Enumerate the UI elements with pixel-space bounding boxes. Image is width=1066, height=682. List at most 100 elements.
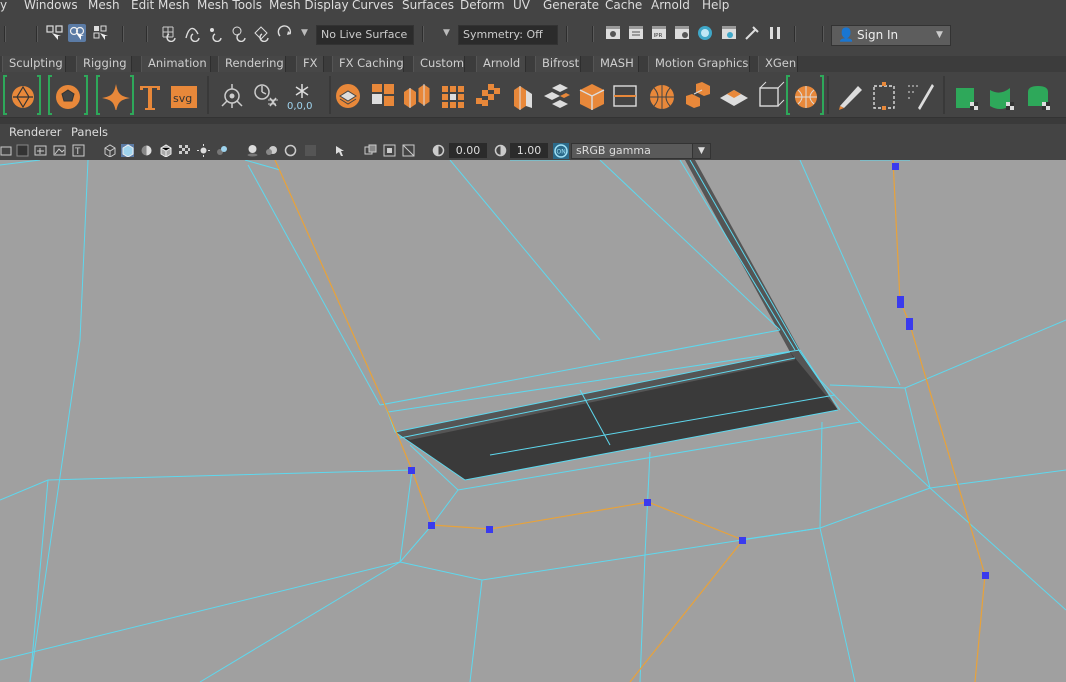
ipr-render-icon[interactable]: IPR (650, 24, 668, 42)
wireframe-on-shaded-icon[interactable] (159, 144, 172, 157)
tab-motion-graphics[interactable]: Motion Graphics (648, 56, 750, 72)
snap-live-icon[interactable] (253, 24, 271, 42)
tab-mash[interactable]: MASH (593, 56, 639, 72)
menu-item-arnold[interactable]: Arnold (651, 0, 690, 12)
cubes-icon[interactable] (472, 78, 504, 110)
globe-grid-icon[interactable] (790, 78, 822, 110)
exposure-field[interactable]: 0.00 (449, 143, 487, 158)
tab-fx[interactable]: FX (296, 56, 324, 72)
blocks-icon[interactable] (368, 78, 400, 110)
menu-item-display[interactable]: y (0, 0, 7, 12)
tool-settings-icon[interactable] (743, 24, 761, 42)
menu-item-help[interactable]: Help (702, 0, 729, 12)
duplicate-icon[interactable] (682, 78, 714, 110)
tab-fx-caching[interactable]: FX Caching (332, 56, 404, 72)
mesh-shape-3-icon[interactable] (1022, 78, 1054, 110)
film-gate-icon[interactable] (16, 144, 29, 157)
gamma-icon[interactable] (494, 144, 507, 157)
sphere-icon[interactable] (7, 78, 39, 110)
menu-item-uv[interactable]: UV (513, 0, 530, 12)
mesh-shape-2-icon[interactable] (986, 78, 1018, 110)
menu-item-mesh[interactable]: Mesh (88, 0, 120, 12)
scatter-icon[interactable] (540, 78, 572, 110)
menu-item-mesh-tools[interactable]: Mesh Tools (197, 0, 262, 12)
render-sequence-icon[interactable] (627, 24, 645, 42)
mesh-shape-icon[interactable] (950, 78, 982, 110)
vertex-handle[interactable] (897, 296, 904, 308)
menu-item-edit-mesh[interactable]: Edit Mesh (131, 0, 190, 12)
viewport[interactable] (0, 160, 1066, 682)
snap-point-icon[interactable] (206, 24, 224, 42)
panel-menu-renderer[interactable]: Renderer (9, 125, 62, 139)
dropdown-arrow-icon[interactable]: ▼ (301, 28, 308, 38)
svg-icon[interactable]: svg (170, 78, 202, 110)
ambient-occlusion-icon[interactable] (246, 144, 259, 157)
snap-view-plane-icon[interactable] (230, 24, 248, 42)
vertex-handle[interactable] (892, 163, 899, 170)
tab-rigging[interactable]: Rigging (76, 56, 132, 72)
hypershade-icon[interactable] (696, 24, 714, 42)
render-view-icon[interactable] (720, 24, 738, 42)
pause-icon[interactable] (766, 24, 784, 42)
mesh-wireframe[interactable] (0, 160, 1066, 682)
tab-rendering[interactable]: Rendering (218, 56, 286, 72)
sparkle-star-icon[interactable] (100, 78, 132, 110)
tab-animation[interactable]: Animation (141, 56, 211, 72)
anti-alias-icon[interactable] (284, 144, 297, 157)
snap-curve-icon[interactable] (184, 24, 202, 42)
menu-item-generate[interactable]: Generate (543, 0, 599, 12)
select-component-icon[interactable] (92, 24, 110, 42)
vertex-handle[interactable] (486, 526, 493, 533)
default-material-icon[interactable] (140, 144, 153, 157)
frame-icon[interactable] (610, 78, 642, 110)
sign-in-button[interactable]: 👤 Sign In ▼ (831, 25, 951, 46)
snap-grid-icon[interactable] (160, 24, 178, 42)
snap-magnet-icon[interactable] (276, 24, 294, 42)
tab-custom[interactable]: Custom (413, 56, 465, 72)
live-surface-field[interactable]: No Live Surface (316, 25, 414, 45)
shadows-icon[interactable] (216, 144, 229, 157)
vertex-handle[interactable] (982, 572, 989, 579)
dropdown-arrow-icon[interactable]: ▼ (443, 28, 450, 38)
hud-text-icon[interactable]: T (72, 144, 85, 157)
depth-of-field-icon[interactable] (304, 144, 317, 157)
vertex-handle[interactable] (906, 318, 913, 330)
color-space-dropdown[interactable]: sRGB gamma ▼ (571, 143, 711, 159)
ball-icon[interactable] (646, 78, 678, 110)
vertex-handle[interactable] (408, 467, 415, 474)
color-management-icon[interactable]: ON (553, 143, 569, 159)
light-icon[interactable] (216, 78, 248, 110)
render-frame-icon[interactable] (604, 24, 622, 42)
paint-icon[interactable] (904, 78, 936, 110)
select-object-icon[interactable] (68, 24, 86, 42)
boxes-icon[interactable] (402, 78, 434, 110)
motion-blur-icon[interactable] (265, 144, 278, 157)
smooth-shade-icon[interactable] (121, 144, 134, 157)
plane-icon[interactable] (718, 78, 750, 110)
grid-toggle-icon[interactable] (34, 144, 47, 157)
xray-icon[interactable] (364, 144, 377, 157)
gamma-field[interactable]: 1.00 (510, 143, 548, 158)
render-settings-icon[interactable] (673, 24, 691, 42)
wireframe-icon[interactable] (103, 144, 116, 157)
text-t-icon[interactable] (136, 78, 168, 110)
menu-item-surfaces[interactable]: Surfaces (402, 0, 454, 12)
layer-stack-icon[interactable] (332, 78, 364, 110)
grid-icon[interactable] (438, 78, 470, 110)
camera-icon[interactable] (0, 144, 13, 157)
tab-xgen[interactable]: XGen (758, 56, 798, 72)
menu-item-curves[interactable]: Curves (352, 0, 394, 12)
tab-sculpting[interactable]: Sculpting (2, 56, 66, 72)
locator-icon[interactable] (250, 78, 282, 110)
xray-components-icon[interactable] (402, 144, 415, 157)
lighting-icon[interactable] (197, 144, 210, 157)
soccer-ball-icon[interactable] (52, 78, 84, 110)
dashed-box-icon[interactable] (868, 78, 900, 110)
menu-item-deform[interactable]: Deform (460, 0, 505, 12)
extrude-icon[interactable] (506, 78, 538, 110)
panel-menu-panels[interactable]: Panels (71, 125, 108, 139)
snowflake-icon[interactable]: 0,0,0 (286, 78, 318, 110)
xray-joints-icon[interactable] (383, 144, 396, 157)
tab-arnold[interactable]: Arnold (476, 56, 526, 72)
image-plane-icon[interactable] (53, 144, 66, 157)
